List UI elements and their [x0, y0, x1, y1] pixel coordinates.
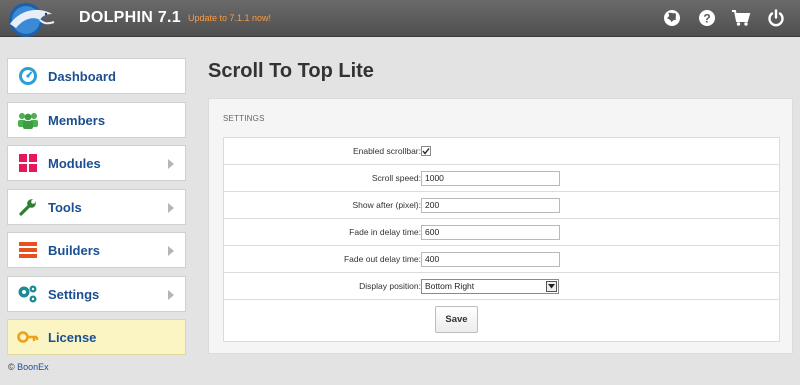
settings-panel: SETTINGS Enabled scrollbar: Scroll speed… [208, 98, 793, 354]
gears-icon [17, 283, 39, 305]
update-link[interactable]: Update to 7.1.1 now! [188, 13, 271, 23]
boonex-link[interactable]: BoonEx [17, 362, 49, 372]
sidebar-item-tools[interactable]: Tools [7, 189, 186, 225]
sidebar-item-label: Settings [48, 286, 100, 302]
dolphin-logo-icon[interactable] [4, 0, 68, 40]
svg-text:?: ? [703, 12, 710, 26]
field-label: Fade out delay time: [343, 254, 421, 264]
layers-icon [17, 239, 39, 261]
section-caption: SETTINGS [223, 114, 265, 123]
power-icon[interactable] [766, 8, 786, 28]
page-title: Scroll To Top Lite [208, 60, 374, 82]
wrench-icon [17, 196, 39, 218]
fade-out-input[interactable]: 400 [421, 252, 560, 267]
form-row-fade-in: Fade in delay time: 600 [224, 219, 779, 246]
app-title: DOLPHIN 7.1 [79, 9, 181, 26]
sidebar-item-label: Members [48, 112, 106, 128]
settings-form: Enabled scrollbar: Scroll speed: 1000 Sh… [223, 137, 780, 342]
form-row-scroll-speed: Scroll speed: 1000 [224, 165, 779, 192]
sidebar-item-label: Tools [48, 199, 82, 215]
sidebar-item-members[interactable]: Members [7, 102, 186, 138]
sidebar-item-license[interactable]: License [7, 319, 186, 355]
scroll-speed-input[interactable]: 1000 [421, 171, 560, 186]
sidebar-item-builders[interactable]: Builders [7, 232, 186, 268]
checkmark-icon [422, 148, 430, 155]
display-position-select[interactable]: Bottom Right [421, 279, 559, 294]
copyright-symbol: © [8, 362, 15, 372]
globe-icon[interactable] [662, 8, 682, 28]
sidebar-item-label: License [48, 329, 97, 345]
field-label: Fade in delay time: [349, 227, 421, 237]
enabled-scrollbar-checkbox[interactable] [421, 146, 431, 156]
cart-icon[interactable] [731, 8, 751, 28]
field-label: Enabled scrollbar: [352, 146, 421, 156]
chevron-down-icon[interactable] [546, 281, 557, 292]
sidebar-item-modules[interactable]: Modules [7, 145, 186, 181]
form-row-enabled-scrollbar: Enabled scrollbar: [224, 138, 779, 165]
sidebar-item-label: Modules [48, 155, 101, 171]
footer-copyright: © BoonEx [8, 362, 49, 372]
form-row-fade-out: Fade out delay time: 400 [224, 246, 779, 273]
form-row-display-position: Display position: Bottom Right [224, 273, 779, 300]
users-icon [17, 109, 39, 131]
sidebar-item-settings[interactable]: Settings [7, 276, 186, 312]
chevron-right-icon [168, 203, 174, 213]
save-button[interactable]: Save [435, 306, 478, 333]
field-label: Display position: [359, 281, 421, 291]
chevron-right-icon [168, 159, 174, 169]
top-bar: DOLPHIN 7.1 Update to 7.1.1 now! ? [0, 0, 800, 37]
speedometer-icon [17, 65, 39, 87]
key-icon [17, 326, 39, 348]
field-label: Show after (pixel): [352, 200, 422, 210]
chevron-right-icon [168, 246, 174, 256]
form-row-show-after: Show after (pixel): 200 [224, 192, 779, 219]
help-icon[interactable]: ? [697, 8, 717, 28]
field-label: Scroll speed: [371, 173, 421, 183]
sidebar-item-label: Builders [48, 242, 101, 258]
fade-in-input[interactable]: 600 [421, 225, 560, 240]
display-position-value: Bottom Right [425, 281, 475, 291]
grid-icon [17, 152, 39, 174]
show-after-input[interactable]: 200 [421, 198, 560, 213]
sidebar-item-label: Dashboard [48, 68, 116, 84]
sidebar-item-dashboard[interactable]: Dashboard [7, 58, 186, 94]
chevron-right-icon [168, 290, 174, 300]
